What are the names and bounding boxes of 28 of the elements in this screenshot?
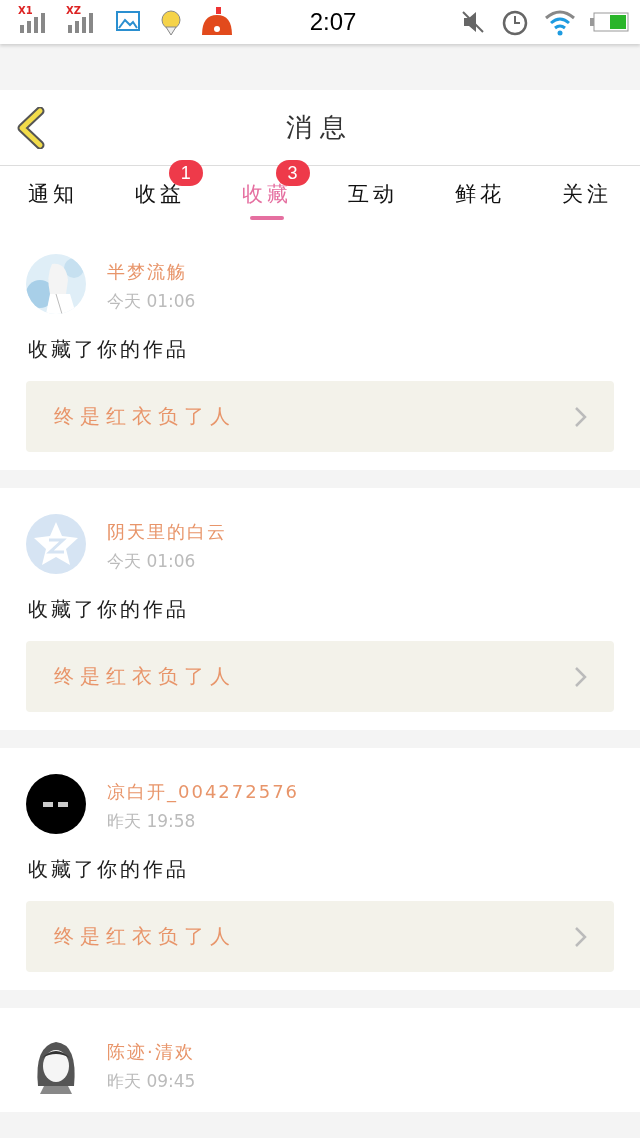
sim-label: XZ: [66, 5, 81, 16]
message-time: 昨天 19:58: [107, 810, 197, 833]
message-text: 收藏了你的作品: [28, 336, 190, 363]
tab-underline: [249, 216, 284, 220]
chevron-right-icon: [574, 925, 588, 948]
message-time: 今天 01:06: [107, 550, 197, 573]
user-name: 阴天里的白云: [107, 520, 227, 544]
tab[interactable]: 互动: [334, 166, 413, 228]
battery-icon: [590, 10, 630, 34]
tab[interactable]: 通知: [14, 166, 92, 228]
chevron-right-icon: [574, 665, 588, 688]
message-time: 昨天 09:45: [107, 1070, 196, 1093]
message-time: 今天 01:06: [107, 290, 196, 313]
user-name: 陈迹·清欢: [107, 1040, 196, 1064]
user-name: 半梦流觞: [107, 260, 188, 284]
message-text: 收藏了你的作品: [28, 596, 190, 623]
user-name: 凉白开_004272576: [107, 780, 300, 804]
default-avatar-icon: [26, 514, 86, 574]
tab[interactable]: 鲜花: [441, 166, 520, 228]
wifi-icon: [544, 8, 576, 36]
page-title: 消息: [286, 111, 354, 144]
mute-icon: [460, 9, 486, 35]
message-text: 收藏了你的作品: [28, 856, 190, 883]
clock-time: 2:07: [308, 8, 358, 36]
chevron-right-icon: [574, 405, 588, 428]
tab[interactable]: 关注: [548, 166, 626, 228]
app-icon: [200, 7, 234, 37]
sim-label: X1: [18, 5, 33, 16]
